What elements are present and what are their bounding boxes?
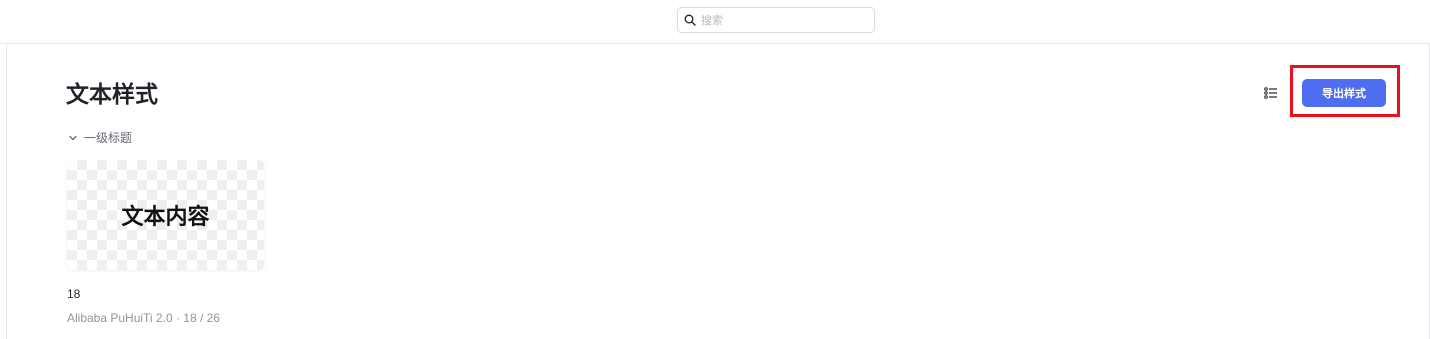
style-preview-text: 文本内容 [121,205,210,230]
section-label: 一级标题 [84,131,133,145]
page-title: 文本样式 [66,82,158,108]
search-input[interactable] [701,13,861,27]
section-header-level1[interactable]: 一级标题 [68,129,132,146]
chevron-down-icon [68,133,78,143]
export-styles-button[interactable]: 导出样式 [1302,79,1386,107]
search-box[interactable] [677,7,875,33]
top-bar [0,0,1430,44]
list-view-icon[interactable] [1263,85,1279,101]
style-card[interactable]: 文本内容 [67,160,264,270]
left-divider [6,44,7,339]
search-icon [684,14,696,26]
style-card-size: 18 [67,287,81,301]
style-card-meta: Alibaba PuHuiTi 2.0 · 18 / 26 [67,311,220,325]
